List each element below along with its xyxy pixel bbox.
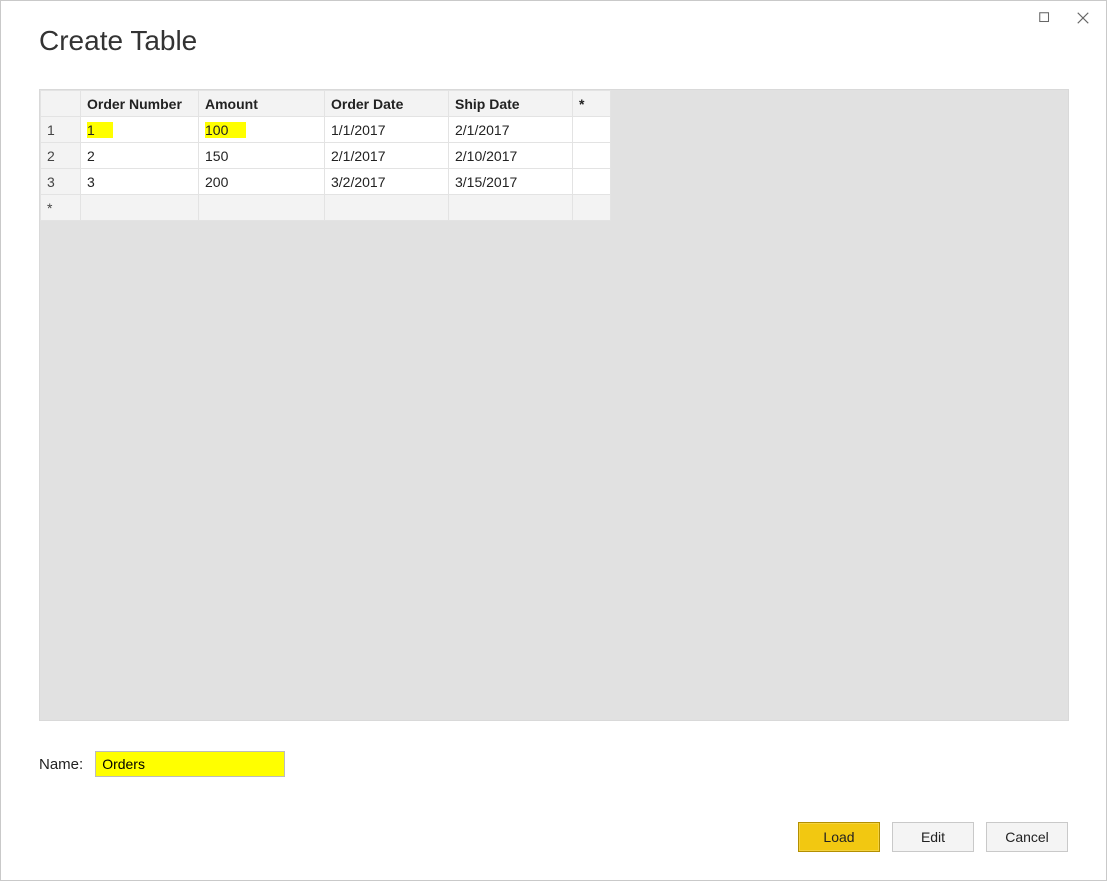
cancel-button[interactable]: Cancel: [986, 822, 1068, 852]
cell-amount[interactable]: 200: [199, 169, 325, 195]
header-row: Order Number Amount Order Date Ship Date…: [41, 91, 611, 117]
cell-blank[interactable]: [199, 195, 325, 221]
row-number[interactable]: 1: [41, 117, 81, 143]
cell-amount[interactable]: 100: [199, 117, 325, 143]
cell-ship-date[interactable]: 2/10/2017: [449, 143, 573, 169]
col-header-add[interactable]: *: [573, 91, 611, 117]
cell-ship-date[interactable]: 2/1/2017: [449, 117, 573, 143]
data-grid[interactable]: Order Number Amount Order Date Ship Date…: [40, 90, 611, 221]
edit-button[interactable]: Edit: [892, 822, 974, 852]
load-button[interactable]: Load: [798, 822, 880, 852]
cell-order-date[interactable]: 2/1/2017: [325, 143, 449, 169]
name-row: Name:: [39, 751, 285, 777]
col-header-order-number[interactable]: Order Number: [81, 91, 199, 117]
row-number[interactable]: 2: [41, 143, 81, 169]
cell-blank[interactable]: [449, 195, 573, 221]
cell-blank[interactable]: [81, 195, 199, 221]
table-row[interactable]: 3 3 200 3/2/2017 3/15/2017: [41, 169, 611, 195]
cell-order-number[interactable]: 2: [81, 143, 199, 169]
cell-blank[interactable]: [573, 169, 611, 195]
row-number[interactable]: 3: [41, 169, 81, 195]
cell-ship-date[interactable]: 3/15/2017: [449, 169, 573, 195]
titlebar-controls: [1038, 11, 1092, 27]
maximize-icon[interactable]: [1038, 11, 1054, 27]
cell-blank[interactable]: [573, 117, 611, 143]
create-table-dialog: Create Table Order Number Amount Order D…: [0, 0, 1107, 881]
name-label: Name:: [39, 756, 83, 773]
table-row[interactable]: 2 2 150 2/1/2017 2/10/2017: [41, 143, 611, 169]
row-add[interactable]: *: [41, 195, 81, 221]
col-header-amount[interactable]: Amount: [199, 91, 325, 117]
dialog-title: Create Table: [39, 25, 197, 57]
corner-header: [41, 91, 81, 117]
cell-blank[interactable]: [573, 143, 611, 169]
close-icon[interactable]: [1076, 11, 1092, 27]
dialog-buttons: Load Edit Cancel: [798, 822, 1068, 852]
cell-order-date[interactable]: 3/2/2017: [325, 169, 449, 195]
cell-order-number[interactable]: 1: [81, 117, 199, 143]
cell-order-number[interactable]: 3: [81, 169, 199, 195]
col-header-order-date[interactable]: Order Date: [325, 91, 449, 117]
cell-blank[interactable]: [573, 195, 611, 221]
cell-amount[interactable]: 150: [199, 143, 325, 169]
data-grid-area: Order Number Amount Order Date Ship Date…: [39, 89, 1069, 721]
table-name-input[interactable]: [95, 751, 285, 777]
new-row[interactable]: *: [41, 195, 611, 221]
cell-order-date[interactable]: 1/1/2017: [325, 117, 449, 143]
col-header-ship-date[interactable]: Ship Date: [449, 91, 573, 117]
table-row[interactable]: 1 1 100 1/1/2017 2/1/2017: [41, 117, 611, 143]
cell-blank[interactable]: [325, 195, 449, 221]
